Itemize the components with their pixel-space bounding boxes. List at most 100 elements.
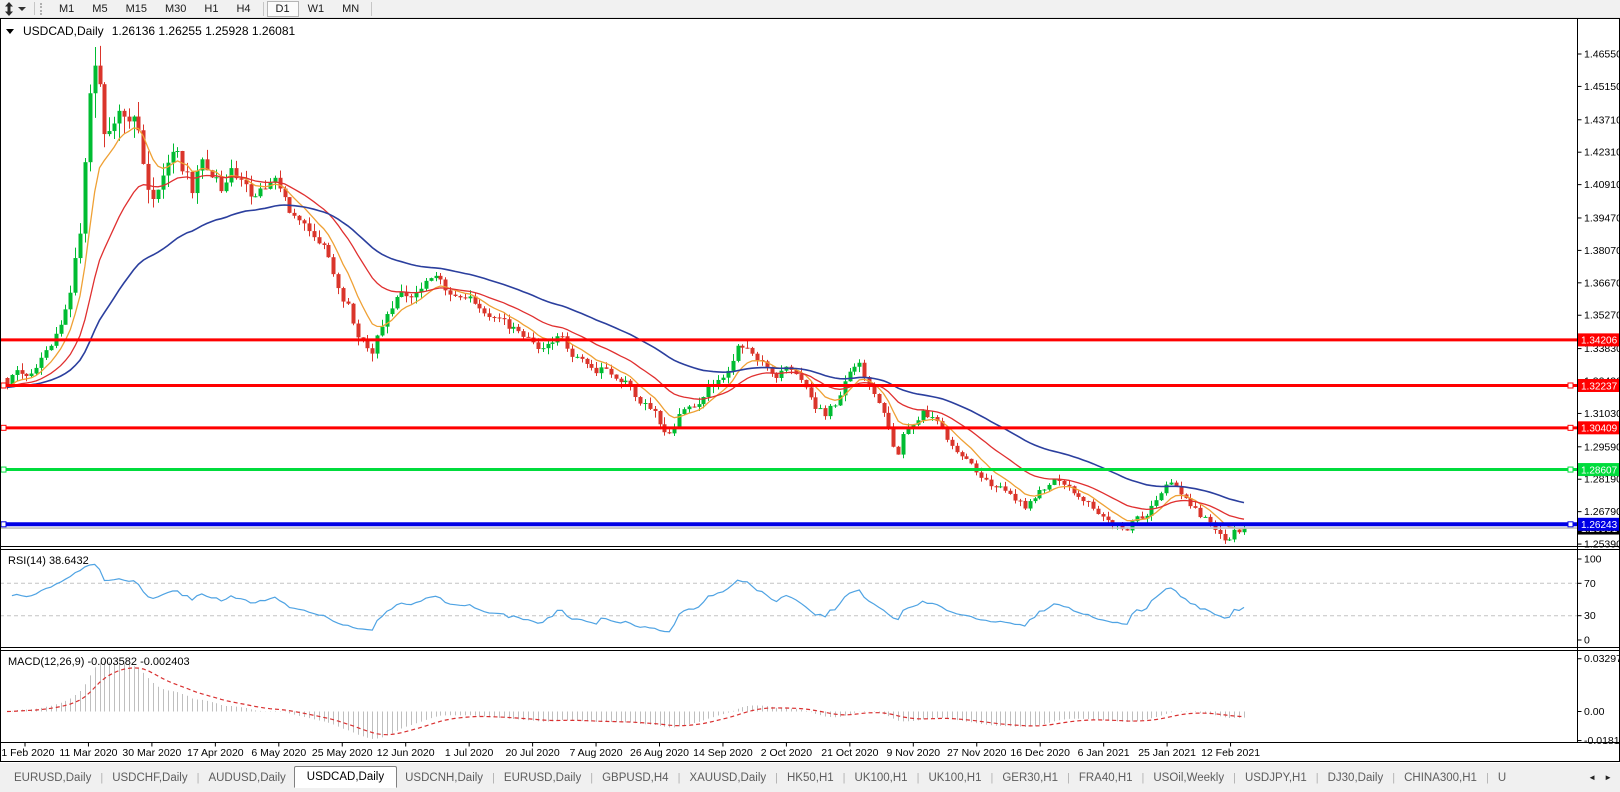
candle-body <box>633 386 638 398</box>
candle-body <box>258 188 263 197</box>
candle-body <box>648 403 653 409</box>
timeframe-button-m5[interactable]: M5 <box>83 1 116 17</box>
tab-usdjpy-h1[interactable]: USDJPY,H1 <box>1237 769 1315 787</box>
candle-body <box>1023 500 1028 509</box>
timeframe-button-mn[interactable]: MN <box>333 1 368 17</box>
tab-xauusd-daily[interactable]: XAUUSD,Daily <box>681 769 774 787</box>
timeframe-button-m30[interactable]: M30 <box>156 1 195 17</box>
tab-audusd-daily[interactable]: AUDUSD,Daily <box>200 769 293 787</box>
candle-body <box>1140 516 1145 519</box>
tab-dj30-daily[interactable]: DJ30,Daily <box>1320 769 1392 787</box>
tab-ger30-h1[interactable]: GER30,H1 <box>994 769 1066 787</box>
candle-body <box>682 409 687 415</box>
hline-right-handle[interactable] <box>1567 521 1574 528</box>
candle-body <box>249 184 254 197</box>
candle-body <box>1096 508 1101 515</box>
tab-usdchf-daily[interactable]: USDCHF,Daily <box>104 769 195 787</box>
tabs-scroll-left-icon[interactable]: ◄ <box>1588 773 1596 782</box>
candle-body <box>813 397 818 409</box>
candle-body <box>49 345 54 351</box>
candle-body <box>984 477 989 480</box>
timeframe-button-m1[interactable]: M1 <box>50 1 83 17</box>
tab-usdcad-daily[interactable]: USDCAD,Daily <box>293 765 398 788</box>
tab-gbpusd-h4[interactable]: GBPUSD,H4 <box>594 769 676 787</box>
tab-usdcnh-daily[interactable]: USDCNH,Daily <box>397 769 491 787</box>
cursor-scroll-tool-icon[interactable] <box>2 1 16 16</box>
candle-body <box>331 257 336 275</box>
tab-uk100-h1[interactable]: UK100,H1 <box>920 769 989 787</box>
toolbar-separator <box>34 2 35 15</box>
candle-body <box>921 410 926 421</box>
hline-right-handle[interactable] <box>1567 382 1574 389</box>
candle-body <box>774 373 779 378</box>
rsi-axis-label: 100 <box>1584 554 1602 566</box>
rsi-line <box>11 563 1245 633</box>
hline-left-handle[interactable] <box>0 382 7 389</box>
rsi-axis-label: 70 <box>1584 578 1596 590</box>
tab-u[interactable]: U <box>1490 769 1514 787</box>
rsi-indicator-label: RSI(14) 38.6432 <box>8 555 89 567</box>
tab-eurusd-daily[interactable]: EURUSD,Daily <box>6 769 99 787</box>
timeframe-button-h1[interactable]: H1 <box>195 1 227 17</box>
candle-body <box>658 410 663 425</box>
chart-canvas[interactable]: 1.46550 1.45150 1.43710 1.42310 1.40910 1.394… <box>0 0 1620 792</box>
candle-body <box>536 342 541 349</box>
candle-body <box>487 313 492 318</box>
tab-eurusd-daily[interactable]: EURUSD,Daily <box>496 769 589 787</box>
tool-dropdown-caret-icon[interactable] <box>18 6 26 11</box>
macd-layer <box>6 662 1245 739</box>
price-axis-label: 1.38070 <box>1584 245 1620 257</box>
price-axis-label: 1.40910 <box>1584 179 1620 191</box>
candle-body <box>1076 493 1081 497</box>
candle-body <box>594 367 599 374</box>
timeframe-button-d1[interactable]: D1 <box>266 0 299 17</box>
candle-body <box>989 479 994 487</box>
hline-left-handle[interactable] <box>0 424 7 431</box>
candle-body <box>1028 501 1033 509</box>
candle-body <box>721 377 726 380</box>
hline-left-handle[interactable] <box>0 521 7 528</box>
candle-body <box>1086 501 1091 503</box>
candle-body <box>83 162 88 234</box>
hline-left-handle[interactable] <box>0 466 7 473</box>
candle-body <box>1198 507 1203 518</box>
hline-right-handle[interactable] <box>1567 424 1574 431</box>
candle-body <box>370 348 375 354</box>
tab-hk50-h1[interactable]: HK50,H1 <box>779 769 842 787</box>
candle-body <box>1081 496 1086 502</box>
date-axis-label: 25 May 2020 <box>312 747 373 759</box>
candle-body <box>945 428 950 440</box>
candle-body <box>511 326 516 329</box>
tab-scroll-arrows: ◄ ► <box>1580 773 1620 782</box>
candle-body <box>15 370 20 375</box>
tab-usoil-weekly[interactable]: USOil,Weekly <box>1145 769 1232 787</box>
toolbar-grip-handle[interactable] <box>40 2 45 15</box>
tab-china300-h1[interactable]: CHINA300,H1 <box>1396 769 1485 787</box>
chart-collapse-triangle-icon[interactable] <box>6 28 14 34</box>
price-axis-label: 1.35270 <box>1584 310 1620 322</box>
tab-uk100-h1[interactable]: UK100,H1 <box>847 769 916 787</box>
candle-body <box>297 215 302 221</box>
timeframe-button-w1[interactable]: W1 <box>299 1 334 17</box>
candle-body <box>107 131 112 135</box>
tabs-scroll-right-icon[interactable]: ► <box>1604 773 1612 782</box>
date-axis-label: 1 Jul 2020 <box>445 747 494 759</box>
candle-body <box>307 223 312 232</box>
candle-body <box>468 296 473 299</box>
candle-body <box>1008 490 1013 494</box>
candle-body <box>609 368 614 375</box>
date-axis-label: 26 Aug 2020 <box>630 747 689 759</box>
candle-body <box>322 243 327 245</box>
candle-body <box>317 237 322 244</box>
tab-fra40-h1[interactable]: FRA40,H1 <box>1071 769 1141 787</box>
hline-price-badge-label: 1.28607 <box>1581 465 1618 476</box>
candle-body <box>955 445 960 453</box>
timeframe-button-m15[interactable]: M15 <box>117 1 156 17</box>
candle-body <box>190 171 195 194</box>
hline-right-handle[interactable] <box>1567 466 1574 473</box>
timeframe-button-h4[interactable]: H4 <box>227 1 259 17</box>
candle-body <box>979 472 984 478</box>
candle-body <box>848 371 853 382</box>
candle-body <box>516 326 521 332</box>
candle-body <box>740 345 745 348</box>
